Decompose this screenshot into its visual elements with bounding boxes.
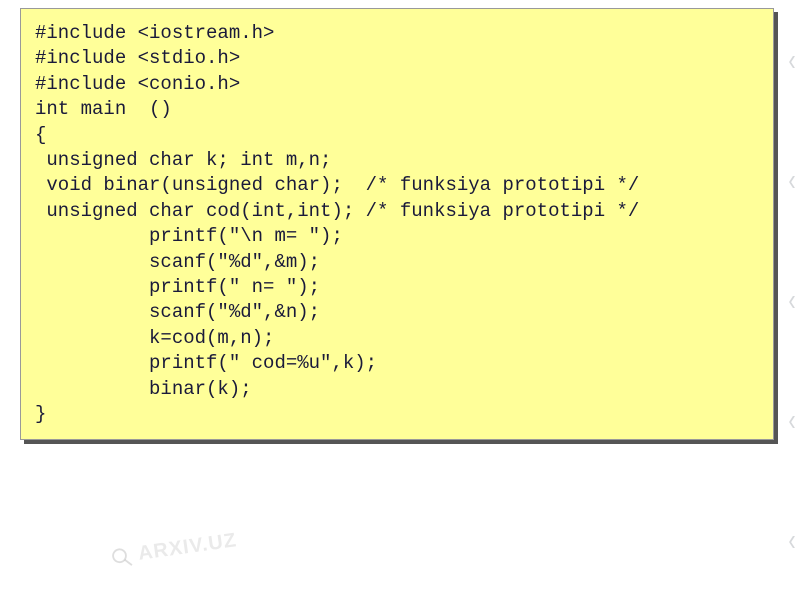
code-line: scanf("%d",&m); (35, 251, 320, 273)
code-line: printf(" cod=%u",k); (35, 352, 377, 374)
code-line: { (35, 124, 46, 146)
code-line: #include <stdio.h> (35, 47, 240, 69)
code-line: printf("\n m= "); (35, 225, 343, 247)
code-line: scanf("%d",&n); (35, 301, 320, 323)
chevron-left-icon: ‹ (788, 162, 795, 198)
chevron-left-icon: ‹ (788, 402, 795, 438)
right-edge-decor: ‹ ‹ ‹ ‹ ‹ (784, 0, 800, 600)
chevron-left-icon: ‹ (788, 42, 795, 78)
code-line: binar(k); (35, 378, 252, 400)
watermark-icon: ARXIV.UZ (109, 529, 238, 570)
code-line: unsigned char k; int m,n; (35, 149, 331, 171)
chevron-left-icon: ‹ (788, 282, 795, 318)
code-box: #include <iostream.h> #include <stdio.h>… (20, 8, 774, 440)
code-line: unsigned char cod(int,int); /* funksiya … (35, 200, 639, 222)
code-line: void binar(unsigned char); /* funksiya p… (35, 174, 639, 196)
code-line: #include <conio.h> (35, 73, 240, 95)
watermark-text: ARXIV.UZ (137, 529, 239, 566)
code-content: #include <iostream.h> #include <stdio.h>… (35, 21, 759, 428)
chevron-left-icon: ‹ (788, 522, 795, 558)
code-line: k=cod(m,n); (35, 327, 274, 349)
code-line: int main () (35, 98, 172, 120)
code-line: #include <iostream.h> (35, 22, 274, 44)
code-line: } (35, 403, 46, 425)
code-line: printf(" n= "); (35, 276, 320, 298)
